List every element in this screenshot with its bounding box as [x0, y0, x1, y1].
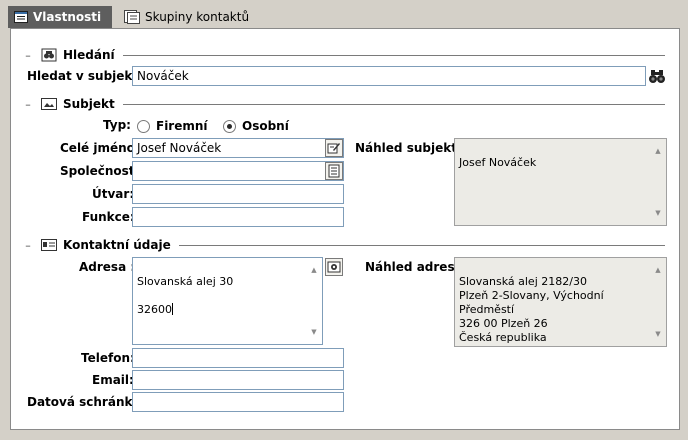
- scroll-down-icon[interactable]: ▼: [311, 325, 316, 339]
- subject-preview-text: Josef Nováček: [459, 156, 537, 169]
- collapse-icon[interactable]: –: [23, 98, 33, 111]
- address-textarea[interactable]: Slovanská alej 30 32600 ▲ ▼: [132, 257, 323, 345]
- department-input[interactable]: [132, 184, 344, 204]
- scrollbar[interactable]: ▲ ▼: [307, 259, 321, 343]
- section-divider: [178, 244, 665, 246]
- address-preview: Slovanská alej 2182/30 Plzeň 2-Slovany, …: [454, 257, 667, 347]
- contact-groups-icon: [124, 10, 140, 24]
- subject-section-icon: [41, 98, 57, 110]
- section-title: Kontaktní údaje: [63, 238, 171, 252]
- contact-section-icon: [41, 239, 57, 251]
- section-divider: [122, 54, 665, 56]
- fullname-label: Celé jméno:: [60, 141, 140, 155]
- text-caret: [172, 303, 173, 315]
- databox-input[interactable]: [132, 392, 344, 412]
- function-label: Funkce:: [82, 210, 135, 224]
- address-lookup-icon[interactable]: [325, 258, 343, 276]
- radio-button[interactable]: [137, 119, 150, 133]
- address-preview-label: Náhled adresy:: [365, 260, 468, 274]
- scrollbar[interactable]: ▲ ▼: [651, 140, 665, 224]
- section-subject-header[interactable]: – Subjekt: [23, 96, 665, 112]
- scroll-down-icon[interactable]: ▼: [655, 206, 660, 220]
- databox-label: Datová schránka:: [27, 395, 146, 409]
- subject-preview: Josef Nováček ▲ ▼: [454, 138, 667, 226]
- radio-firemni[interactable]: Firemní: [137, 116, 208, 136]
- edit-person-icon[interactable]: [325, 139, 343, 157]
- section-title: Subjekt: [63, 97, 115, 111]
- binoculars-section-icon: [41, 48, 57, 62]
- scroll-up-icon[interactable]: ▲: [655, 144, 660, 158]
- collapse-icon[interactable]: –: [23, 49, 33, 62]
- type-label: Typ:: [103, 118, 131, 132]
- fullname-input[interactable]: Josef Nováček: [132, 138, 344, 158]
- section-contact-header[interactable]: – Kontaktní údaje: [23, 237, 665, 253]
- phone-label: Telefon:: [81, 351, 135, 365]
- tab-skupiny-kontaktu[interactable]: Skupiny kontaktů: [118, 6, 255, 28]
- tab-label: Vlastnosti: [33, 10, 102, 24]
- properties-icon: [14, 11, 28, 23]
- preview-subject-label: Náhled subjektu:: [355, 141, 471, 155]
- search-input[interactable]: Nováček: [132, 66, 646, 86]
- tab-vlastnosti[interactable]: Vlastnosti: [8, 6, 112, 28]
- scroll-up-icon[interactable]: ▲: [655, 263, 660, 277]
- phone-input[interactable]: [132, 348, 344, 368]
- section-title: Hledání: [63, 48, 115, 62]
- department-label: Útvar:: [92, 187, 135, 201]
- scroll-up-icon[interactable]: ▲: [311, 263, 316, 277]
- address-line: Slovanská alej 30: [137, 275, 234, 288]
- email-input[interactable]: [132, 370, 344, 390]
- collapse-icon[interactable]: –: [23, 239, 33, 252]
- radio-button-selected[interactable]: [223, 119, 236, 133]
- binoculars-icon[interactable]: [648, 67, 666, 85]
- section-divider: [122, 103, 665, 105]
- radio-label: Osobní: [242, 119, 289, 133]
- company-input[interactable]: [132, 161, 344, 181]
- tab-label: Skupiny kontaktů: [145, 10, 250, 24]
- company-label: Společnost:: [60, 164, 140, 178]
- section-search-header[interactable]: – Hledání: [23, 47, 665, 63]
- scroll-down-icon[interactable]: ▼: [655, 327, 660, 341]
- address-line: 32600: [137, 303, 172, 316]
- scrollbar[interactable]: ▲ ▼: [651, 259, 665, 345]
- company-lookup-icon[interactable]: [325, 162, 343, 180]
- radio-label: Firemní: [156, 119, 208, 133]
- function-input[interactable]: [132, 207, 344, 227]
- radio-osobni[interactable]: Osobní: [223, 116, 289, 136]
- email-label: Email:: [92, 373, 134, 387]
- address-preview-text: Slovanská alej 2182/30 Plzeň 2-Slovany, …: [459, 275, 604, 344]
- address-label: Adresa :: [79, 260, 136, 274]
- properties-panel: – Hledání Hledat v subjektu: Nováček – S…: [10, 28, 680, 430]
